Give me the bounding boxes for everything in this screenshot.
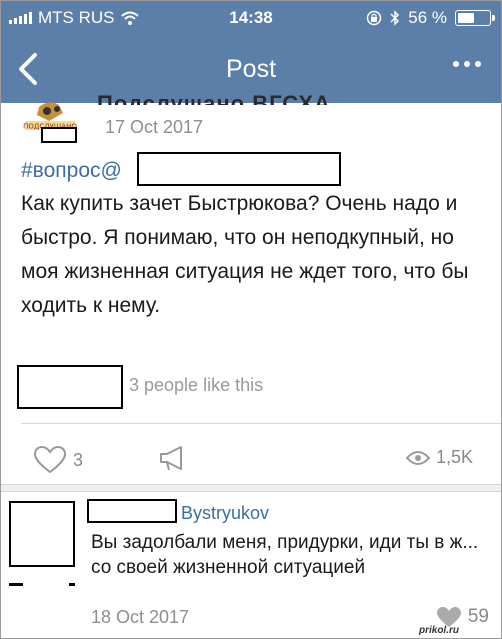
bluetooth-icon (390, 10, 400, 26)
redacted-box (41, 127, 77, 143)
redaction-mark (69, 583, 75, 586)
comment-like-count: 59 (467, 606, 489, 627)
megaphone-icon (160, 446, 182, 471)
redaction-mark (9, 583, 23, 586)
section-divider (1, 484, 501, 492)
likes-summary[interactable]: 3 people like this (129, 375, 263, 396)
post-text: Как купить зачет Быстрюкова? Очень надо … (21, 192, 469, 317)
like-button[interactable]: 3 (33, 445, 83, 475)
post-author[interactable]: Подслушано ВГСХА (97, 83, 357, 105)
eye-icon (405, 450, 430, 465)
rotation-lock-icon (367, 10, 382, 26)
battery-fill (458, 13, 475, 23)
battery-percent: 56 % (408, 8, 447, 27)
comment-date: 18 Oct 2017 (91, 607, 190, 627)
view-count: 1,5K (435, 447, 473, 467)
redacted-box (137, 152, 341, 186)
heart-icon (33, 445, 67, 474)
redacted-box (17, 365, 123, 409)
redacted-avatar[interactable] (9, 501, 75, 567)
share-button[interactable] (157, 443, 187, 473)
status-bar: MTS RUS 14:38 56 % (1, 1, 501, 35)
views: 1,5K (405, 447, 473, 468)
comment-text: Вы задолбали меня, придурки, иди ты в ж.… (91, 532, 479, 578)
watermark: prikol.ru (418, 625, 459, 636)
comment-author[interactable]: Bystryukov (181, 503, 269, 524)
redacted-box (87, 499, 177, 523)
battery-icon (455, 10, 495, 26)
divider (21, 423, 501, 424)
more-options-icon[interactable] (453, 61, 481, 67)
like-count: 3 (73, 449, 84, 470)
page-title: Post (225, 55, 277, 83)
post-hashtag[interactable]: #вопрос@ (21, 159, 122, 183)
post-date: 17 Oct 2017 (105, 117, 204, 137)
status-right: 56 % (366, 8, 495, 28)
